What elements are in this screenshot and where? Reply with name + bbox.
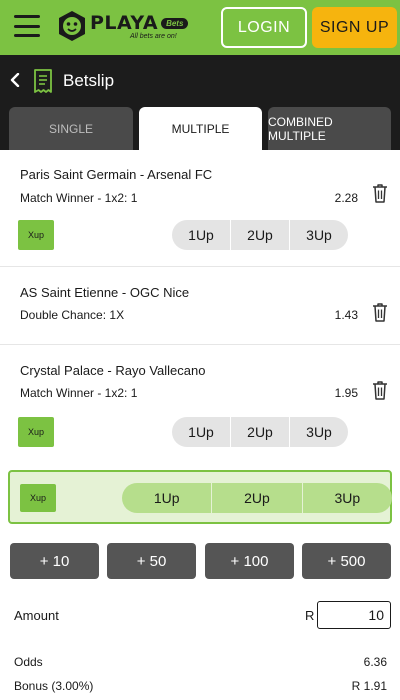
currency-label: R (305, 608, 315, 623)
trash-icon[interactable] (372, 183, 388, 203)
up-option-3[interactable]: 3Up (290, 220, 348, 250)
bet-odds: 1.43 (334, 308, 358, 322)
bonus-value: R 1.91 (351, 679, 387, 693)
quick-amount-50-button[interactable]: + 50 (107, 543, 196, 579)
global-up-option-2[interactable]: 2Up (212, 483, 303, 513)
odds-value: 6.36 (363, 655, 387, 669)
up-option-1[interactable]: 1Up (172, 417, 231, 447)
login-button[interactable]: LOGIN (221, 7, 307, 48)
trash-icon[interactable] (372, 380, 388, 400)
amount-input[interactable] (317, 601, 391, 629)
xup-button[interactable]: Xup (18, 220, 54, 250)
brand-badge: Bets (161, 17, 189, 29)
up-selector: 1Up 2Up 3Up (172, 220, 348, 250)
top-header: PLAYA Bets All bets are on! LOGIN SIGN U… (0, 0, 400, 55)
up-selector: 1Up 2Up 3Up (172, 417, 348, 447)
receipt-icon (34, 69, 52, 93)
tab-single[interactable]: SINGLE (9, 107, 133, 150)
bet-odds: 2.28 (334, 191, 358, 205)
menu-icon[interactable] (14, 15, 40, 37)
bet-match: Paris Saint Germain - Arsenal FC (20, 167, 213, 182)
trash-icon[interactable] (372, 302, 388, 322)
up-option-1[interactable]: 1Up (172, 220, 231, 250)
brand-name: PLAYA (90, 12, 159, 34)
bet-match: AS Saint Etienne - OGC Nice (20, 285, 190, 300)
bet-market: Match Winner - 1x2: 1 (20, 191, 138, 205)
amount-label: Amount (14, 608, 59, 623)
betslip-title: Betslip (63, 71, 115, 90)
global-up-option-1[interactable]: 1Up (122, 483, 213, 513)
global-up-option-3[interactable]: 3Up (303, 483, 392, 513)
brand-logo[interactable]: PLAYA Bets All bets are on! (56, 10, 189, 42)
signup-button[interactable]: SIGN UP (312, 7, 397, 48)
lion-logo-icon (56, 10, 88, 42)
xup-button[interactable]: Xup (18, 417, 54, 447)
global-xup-button[interactable]: Xup (20, 484, 56, 512)
quick-amount-100-button[interactable]: + 100 (205, 543, 294, 579)
bet-item: Paris Saint Germain - Arsenal FC Match W… (0, 150, 400, 267)
up-option-2[interactable]: 2Up (231, 220, 290, 250)
odds-label: Odds (14, 655, 43, 669)
tab-combined-multiple[interactable]: COMBINED MULTIPLE (268, 107, 391, 150)
quick-amount-500-button[interactable]: + 500 (302, 543, 391, 579)
bet-market: Match Winner - 1x2: 1 (20, 386, 138, 400)
bet-odds: 1.95 (334, 386, 358, 400)
bet-market: Double Chance: 1X (20, 308, 125, 322)
brand-tagline: All bets are on! (130, 33, 177, 40)
bet-match: Crystal Palace - Rayo Vallecano (20, 363, 206, 378)
up-option-3[interactable]: 3Up (290, 417, 348, 447)
global-xup-panel: Xup 1Up 2Up 3Up (8, 470, 392, 524)
bet-item: Crystal Palace - Rayo Vallecano Match Wi… (0, 345, 400, 462)
global-up-selector: 1Up 2Up 3Up (122, 483, 392, 513)
bonus-label: Bonus (3.00%) (14, 679, 94, 693)
up-option-2[interactable]: 2Up (231, 417, 290, 447)
tab-multiple[interactable]: MULTIPLE (139, 107, 262, 150)
chevron-left-icon[interactable] (10, 73, 20, 87)
bet-item: AS Saint Etienne - OGC Nice Double Chanc… (0, 267, 400, 345)
quick-amount-10-button[interactable]: + 10 (10, 543, 99, 579)
